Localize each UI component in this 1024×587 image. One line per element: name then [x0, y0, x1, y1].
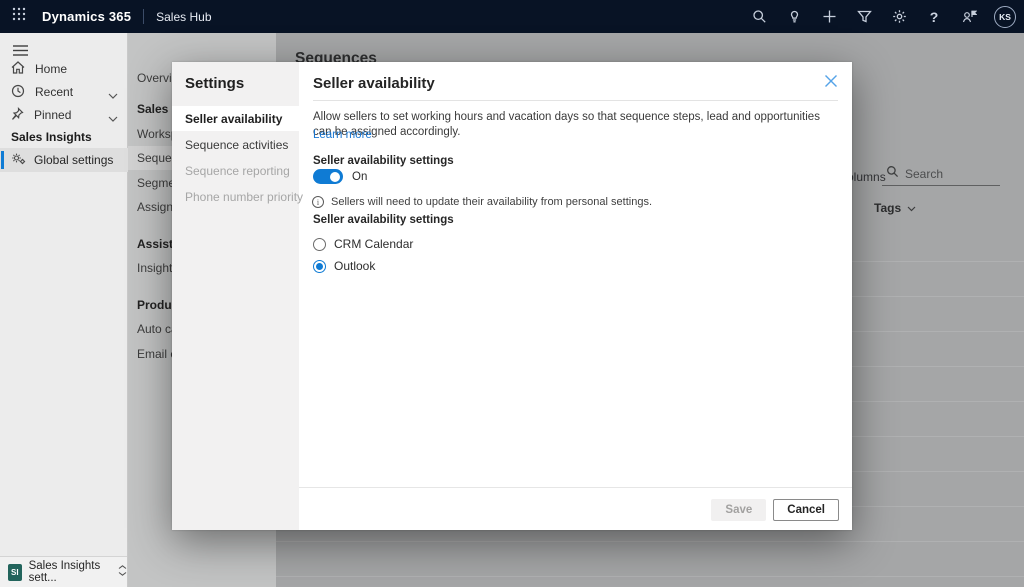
feedback-button[interactable]: [956, 4, 982, 30]
description-text: Allow sellers to set working hours and v…: [313, 110, 834, 140]
help-button[interactable]: ?: [921, 4, 947, 30]
settings-nav-seller-availability[interactable]: Seller availability: [172, 106, 299, 131]
area-badge: SI: [8, 564, 22, 581]
grid-search-box[interactable]: [882, 162, 1000, 186]
updown-chevron-icon: [118, 563, 127, 581]
radio-option-crm-calendar[interactable]: CRM Calendar: [313, 237, 413, 251]
chevron-down-icon: [907, 201, 916, 215]
toggle-group-label: Seller availability settings: [313, 155, 454, 167]
user-avatar[interactable]: KS: [994, 6, 1016, 28]
screen: Dynamics 365 Sales Hub: [0, 0, 1024, 587]
global-settings-icon: [11, 152, 26, 168]
filter-button[interactable]: [851, 4, 877, 30]
pin-icon: [11, 107, 24, 123]
settings-dialog-body: Seller availability Allow sellers to set…: [299, 62, 852, 530]
sidebar-item-pinned[interactable]: Pinned: [0, 103, 128, 127]
sidebar-item-label: Global settings: [34, 153, 113, 167]
radio-checked-icon: [313, 260, 326, 273]
settings-dialog-title: Settings: [185, 75, 244, 92]
app-name[interactable]: Sales Hub: [156, 10, 211, 24]
toggle-state-label: On: [352, 171, 367, 183]
help-icon: ?: [930, 9, 939, 25]
radio-option-outlook[interactable]: Outlook: [313, 259, 375, 273]
column-header-tags[interactable]: Tags: [874, 201, 916, 215]
clock-icon: [11, 84, 25, 101]
area-switcher[interactable]: SI Sales Insights sett...: [0, 556, 127, 587]
gear-icon: [892, 9, 907, 24]
chevron-down-icon[interactable]: [108, 111, 118, 125]
lightbulb-icon: [787, 9, 802, 24]
header-divider: [313, 100, 838, 101]
app-launcher-button[interactable]: [8, 6, 30, 28]
pane-title: Seller availability: [313, 75, 435, 92]
site-map-sidebar: Home Recent Pinned: [0, 33, 128, 587]
sidebar-item-label: Pinned: [34, 108, 71, 122]
info-note: Sellers will need to update their availa…: [331, 196, 652, 208]
search-button[interactable]: [746, 4, 772, 30]
settings-dialog-nav: Settings Seller availability Sequence ac…: [172, 62, 299, 530]
home-icon: [11, 61, 25, 77]
create-button[interactable]: [816, 4, 842, 30]
radio-group-label: Seller availability settings: [313, 214, 454, 226]
search-input[interactable]: [905, 167, 985, 181]
settings-button[interactable]: [886, 4, 912, 30]
radio-unchecked-icon: [313, 238, 326, 251]
cancel-button[interactable]: Cancel: [773, 499, 839, 521]
feedback-icon: [962, 9, 977, 24]
seller-availability-toggle[interactable]: [313, 169, 343, 184]
sidebar-item-recent[interactable]: Recent: [0, 80, 128, 104]
close-icon: [824, 74, 838, 93]
settings-nav-sequence-activities[interactable]: Sequence activities: [172, 132, 299, 157]
plus-icon: [822, 9, 837, 24]
sidebar-item-label: Home: [35, 62, 67, 76]
learn-more-link[interactable]: Learn more: [313, 129, 372, 141]
info-icon: i: [312, 196, 324, 208]
filter-icon: [857, 9, 872, 24]
settings-dialog: Settings Seller availability Sequence ac…: [172, 62, 852, 530]
topbar-divider: [143, 9, 144, 24]
footer-divider: [299, 487, 852, 488]
sidebar-section-label: Sales Insights: [11, 130, 92, 144]
sidebar-item-home[interactable]: Home: [0, 57, 128, 81]
coaching-button[interactable]: [781, 4, 807, 30]
chevron-down-icon[interactable]: [108, 88, 118, 102]
area-switcher-label: Sales Insights sett...: [29, 560, 111, 584]
settings-nav-phone-number-priority: Phone number priority: [172, 184, 299, 209]
waffle-icon: [12, 7, 26, 26]
brand-title[interactable]: Dynamics 365: [42, 9, 131, 24]
sidebar-item-label: Recent: [35, 85, 73, 99]
toggle-knob: [330, 172, 340, 182]
settings-nav-sequence-reporting: Sequence reporting: [172, 158, 299, 183]
selected-indicator: [1, 151, 4, 169]
search-icon: [752, 9, 767, 24]
search-icon: [886, 165, 899, 183]
save-button[interactable]: Save: [711, 499, 766, 521]
top-app-bar: Dynamics 365 Sales Hub: [0, 0, 1024, 33]
sidebar-item-global-settings[interactable]: Global settings: [0, 148, 128, 172]
close-dialog-button[interactable]: [820, 72, 842, 94]
